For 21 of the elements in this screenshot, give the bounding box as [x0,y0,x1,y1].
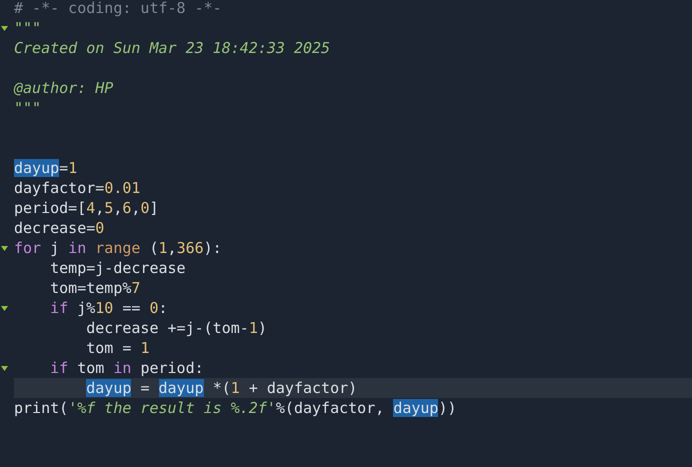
code-line: print('%f the result is %.2f'%(dayfactor, dayup)) [14,398,458,418]
fold-marker-icon[interactable] [1,26,8,30]
code-line: """ [14,98,42,118]
fold-marker-icon[interactable] [1,306,8,310]
code-line: # -*- coding: utf-8 -*- [14,0,223,18]
code-line: @author: HP [14,78,114,98]
code-line: if tom in period: [49,358,205,378]
code-line: decrease=0 [14,218,106,238]
code-line: if j%10 == 0: [49,298,169,318]
code-line: """ [14,18,42,38]
code-line: temp=j-decrease [49,258,187,278]
code-line: period=[4,5,6,0] [14,198,160,218]
fold-marker-icon[interactable] [1,366,8,370]
code-line: dayfactor=0.01 [14,178,142,198]
code-line: tom=temp%7 [49,278,142,298]
code-line: dayup=1 [14,158,78,178]
code-line: for j in range (1,366): [14,238,223,258]
code-line: decrease +=j-(tom-1) [85,318,268,338]
fold-marker-icon[interactable] [1,246,8,250]
code-line: tom = 1 [85,338,150,358]
code-line: Created on Sun Mar 23 18:42:33 2025 [14,38,332,58]
